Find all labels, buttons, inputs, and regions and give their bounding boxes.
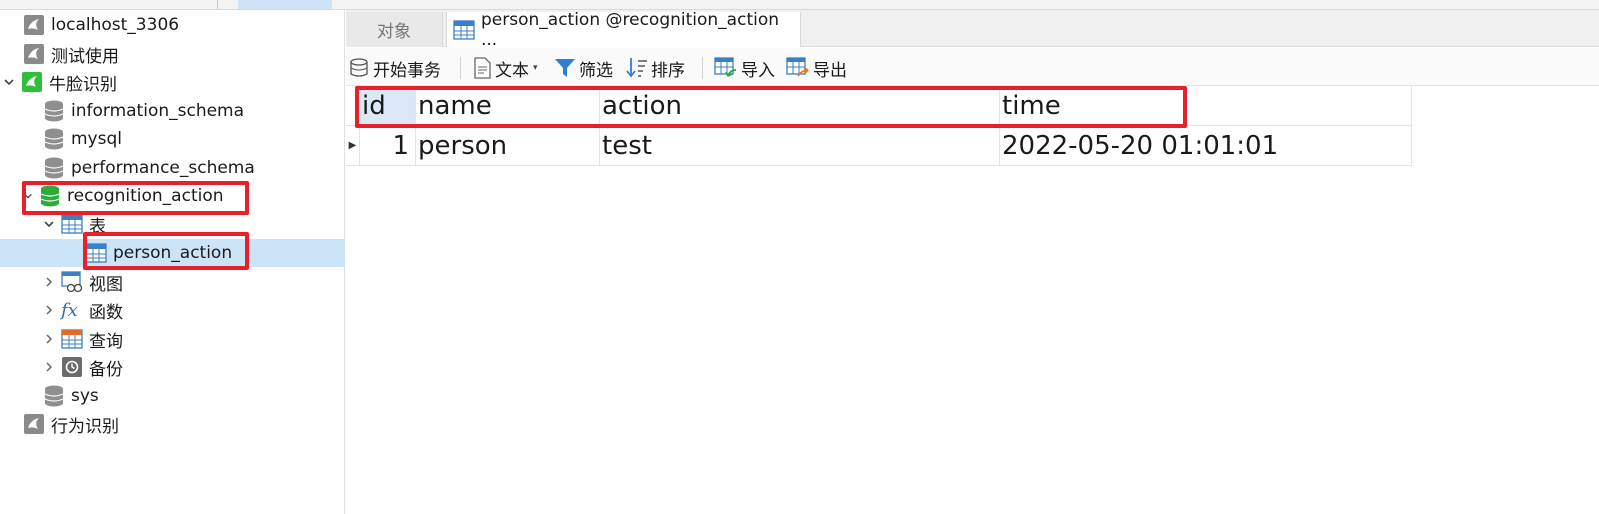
tab-label: 对象 — [377, 22, 411, 42]
sort-icon — [626, 57, 648, 79]
tree-label: 行为识别 — [51, 416, 119, 437]
export-icon — [786, 57, 810, 79]
tree-label: recognition_action — [67, 186, 224, 206]
tree-group-queries[interactable]: 查询 — [42, 325, 123, 353]
mysql-connection-active-icon — [20, 70, 44, 94]
tree-db-performance-schema[interactable]: performance_schema — [42, 154, 255, 182]
chevron-right-icon[interactable] — [42, 332, 56, 346]
tree-db-information-schema[interactable]: information_schema — [42, 97, 244, 125]
database-icon — [42, 99, 66, 123]
tree-table-person-action[interactable]: person_action — [0, 239, 345, 267]
mysql-connection-icon — [22, 13, 46, 37]
tab-label: person_action @recognition_action ... — [481, 9, 780, 50]
tree-group-views[interactable]: 视图 — [42, 268, 123, 296]
button-label: 筛选 — [579, 60, 613, 81]
tree-label: sys — [71, 386, 99, 406]
backup-icon — [60, 355, 84, 379]
tree-connection-behavior[interactable]: 行为识别 — [22, 410, 119, 438]
cell-name[interactable]: person — [416, 126, 600, 166]
chevron-down-icon[interactable] — [2, 75, 16, 89]
tree-label: 牛脸识别 — [49, 74, 117, 95]
text-button[interactable]: 文本 ▾ — [472, 55, 538, 81]
navigation-tree: localhost_3306 测试使用 牛脸识别 information_sch… — [0, 10, 345, 514]
import-button[interactable]: 导入 — [714, 55, 775, 81]
import-icon — [714, 57, 738, 79]
tree-group-backups[interactable]: 备份 — [42, 353, 123, 381]
current-row-marker-icon: ▶ — [346, 126, 360, 166]
tab-bar: 对象 person_action @recognition_action ... — [346, 9, 1599, 50]
column-header-name[interactable]: name — [416, 86, 600, 126]
button-label: 导出 — [813, 60, 847, 81]
tree-label: 函数 — [89, 302, 123, 323]
transaction-icon — [348, 57, 370, 79]
tab-objects[interactable]: 对象 — [346, 12, 443, 47]
tab-person-action[interactable]: person_action @recognition_action ... — [446, 9, 801, 50]
tree-db-mysql[interactable]: mysql — [42, 125, 122, 153]
tree-label: 表 — [89, 216, 106, 237]
chevron-down-icon[interactable] — [22, 189, 34, 203]
tree-label: 视图 — [89, 274, 123, 295]
tree-connection-cow-face[interactable]: 牛脸识别 — [2, 68, 117, 96]
tree-label: person_action — [113, 243, 233, 263]
cell-action[interactable]: test — [600, 126, 1000, 166]
tree-label: 测试使用 — [51, 46, 119, 67]
views-icon — [60, 270, 84, 294]
chevron-down-icon[interactable] — [42, 217, 56, 231]
tree-label: localhost_3306 — [51, 15, 180, 35]
document-icon — [472, 57, 492, 79]
cell-time[interactable]: 2022-05-20 01:01:01 — [1000, 126, 1412, 166]
tree-db-sys[interactable]: sys — [42, 382, 99, 410]
active-menu-tab[interactable] — [238, 0, 332, 9]
menu-separator — [217, 0, 218, 9]
svg-text:fx: fx — [60, 300, 78, 321]
column-header-time[interactable]: time — [1000, 86, 1412, 126]
database-icon — [42, 384, 66, 408]
mysql-connection-icon — [22, 42, 46, 66]
tree-group-functions[interactable]: fx 函数 — [42, 296, 123, 324]
toolbar-separator — [460, 57, 461, 79]
button-label: 文本 — [495, 60, 529, 81]
cell-id[interactable]: 1 — [360, 126, 416, 166]
tree-label: 查询 — [89, 331, 123, 352]
function-icon: fx — [60, 298, 84, 322]
tree-label: mysql — [71, 129, 122, 149]
row-header-corner — [346, 86, 360, 126]
query-icon — [60, 327, 84, 351]
sort-button[interactable]: 排序 — [626, 55, 685, 81]
button-label: 导入 — [741, 60, 775, 81]
begin-transaction-button[interactable]: 开始事务 — [348, 55, 441, 81]
filter-button[interactable]: 筛选 — [554, 55, 613, 81]
top-menu-strip — [0, 0, 1599, 10]
database-icon — [42, 156, 66, 180]
button-label: 排序 — [651, 60, 685, 81]
column-header-id[interactable]: id — [360, 86, 416, 126]
table-icon — [84, 241, 108, 265]
tree-connection-test[interactable]: 测试使用 — [22, 40, 119, 68]
mysql-connection-icon — [22, 412, 46, 436]
toolbar-separator — [702, 57, 703, 79]
button-label: 开始事务 — [373, 60, 441, 81]
tree-label: performance_schema — [71, 158, 255, 178]
table-icon — [453, 19, 475, 40]
tree-label: information_schema — [71, 101, 245, 121]
data-toolbar: 开始事务 文本 ▾ 筛选 排序 导入 导出 — [346, 48, 1599, 86]
database-icon — [42, 127, 66, 151]
tree-label: 备份 — [89, 359, 123, 380]
database-open-icon — [38, 184, 62, 208]
chevron-right-icon[interactable] — [42, 360, 56, 374]
column-header-action[interactable]: action — [600, 86, 1000, 126]
funnel-icon — [554, 57, 576, 79]
tables-folder-icon — [60, 212, 84, 236]
tree-connection-localhost[interactable]: localhost_3306 — [22, 11, 179, 39]
chevron-right-icon[interactable] — [42, 303, 56, 317]
tree-group-tables[interactable]: 表 — [42, 210, 106, 238]
tree-db-recognition-action[interactable]: recognition_action — [22, 182, 224, 210]
chevron-right-icon[interactable] — [42, 275, 56, 289]
export-button[interactable]: 导出 — [786, 55, 847, 81]
caret-down-icon: ▾ — [533, 63, 538, 73]
